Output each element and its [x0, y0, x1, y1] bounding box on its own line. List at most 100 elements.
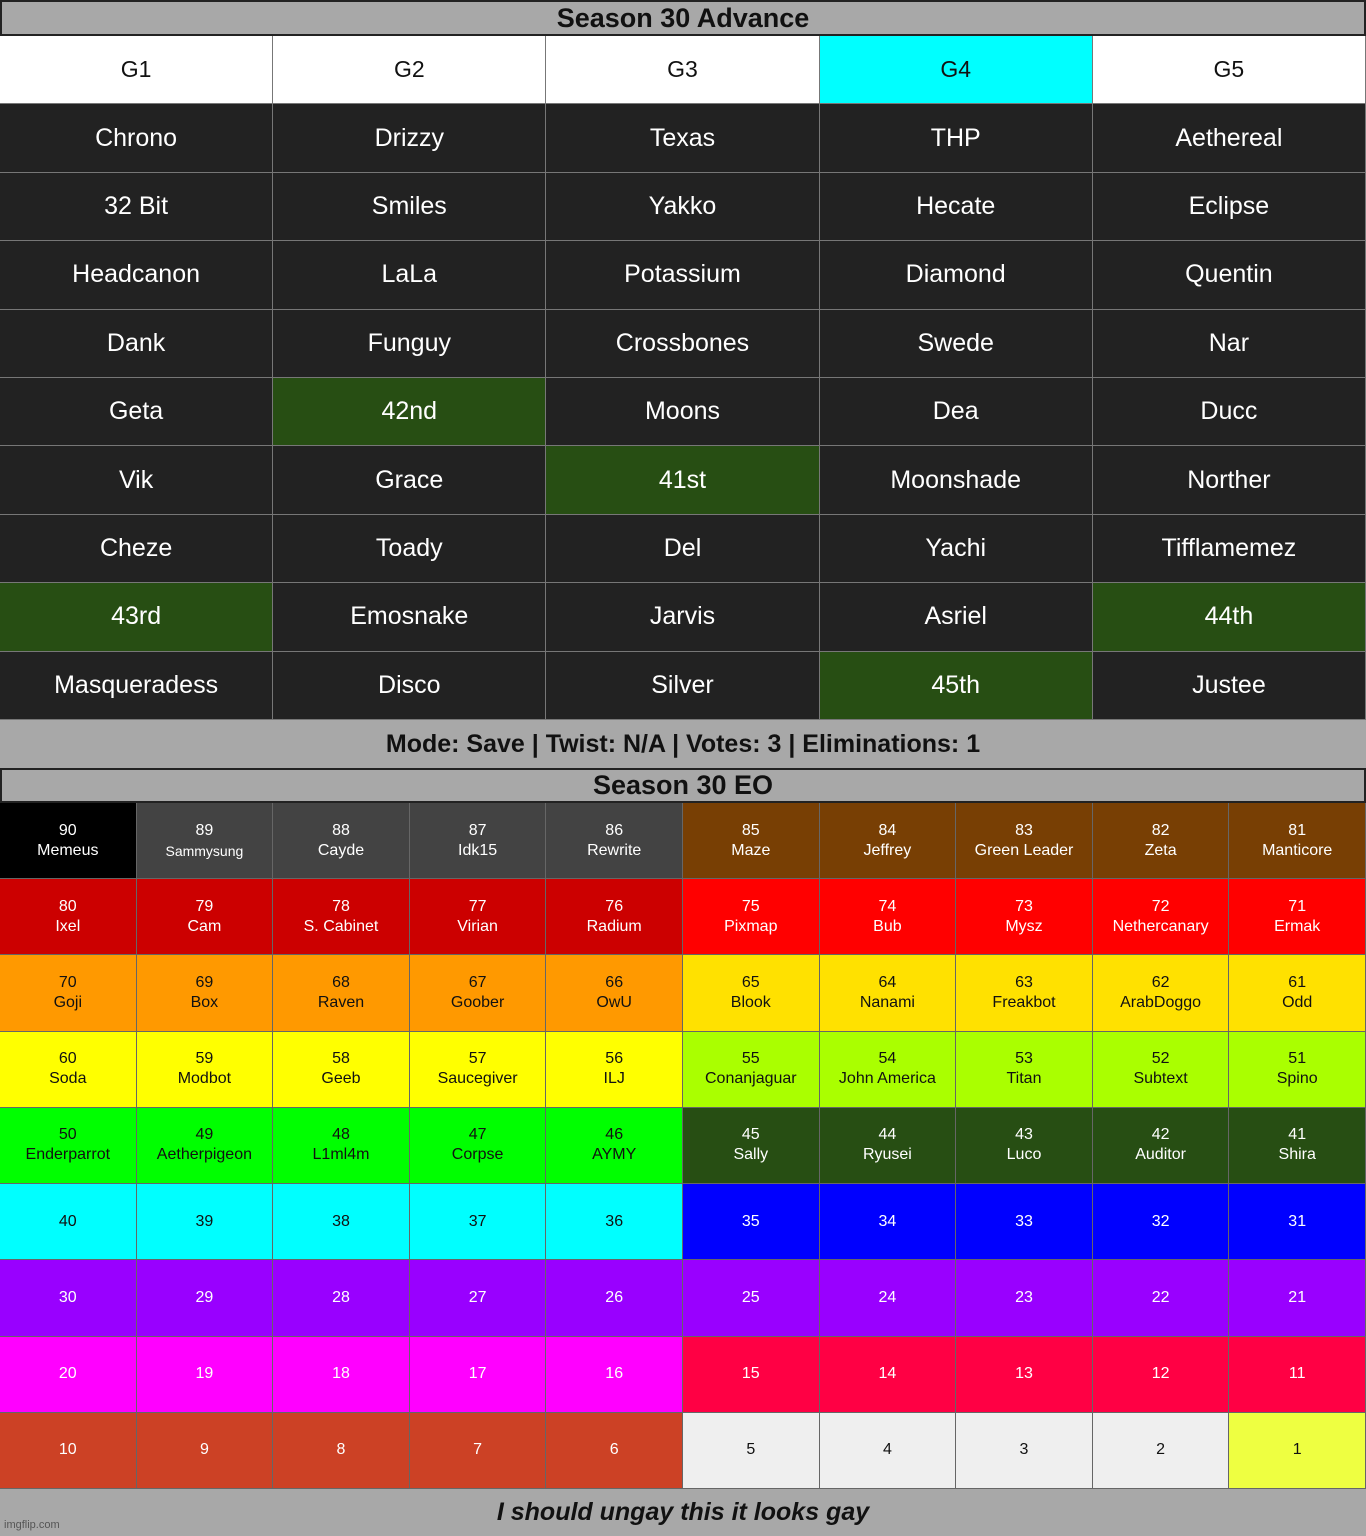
eo-slot-name: Odd [1282, 994, 1313, 1012]
eo-slot: 58 Geeb [273, 1031, 410, 1108]
eo-slot-name: S. Cabinet [303, 917, 379, 935]
eo-slot-number: 3 [1019, 1441, 1029, 1459]
footer-caption: I should ungay this it looks gay [0, 1489, 1366, 1536]
eo-slot-number: 72 [1151, 897, 1170, 915]
eo-slot-number: 49 [195, 1126, 214, 1144]
advance-cell: THP [819, 104, 1093, 173]
eo-slot: 5 [683, 1412, 820, 1489]
eo-slot: 87 Idk15 [409, 803, 547, 880]
eo-slot: 74 Bub [819, 879, 957, 956]
advance-cell: 44th [1092, 583, 1366, 652]
eo-slot-name: Conanjaguar [704, 1070, 797, 1088]
advance-cell: Toady [273, 514, 547, 584]
eo-slot-name: Ixel [55, 917, 81, 935]
eo-slot: 88 Cayde [273, 803, 410, 880]
eo-slot: 41 Shira [1229, 1107, 1366, 1185]
eo-slot: 21 [1229, 1260, 1366, 1337]
eo-slot: 72 Nethercanary [1092, 879, 1230, 956]
eo-slot-number: 29 [195, 1288, 214, 1306]
eo-slot: 67 Goober [409, 955, 547, 1032]
eo-slot-name: Blook [730, 994, 771, 1012]
eo-slot: 42 Auditor [1092, 1107, 1230, 1185]
eo-slot-name: Sammysung [165, 842, 244, 859]
eo-slot-name: Ryusei [862, 1146, 912, 1164]
eo-slot-number: 2 [1156, 1441, 1166, 1459]
eo-slot-name: Manticore [1262, 841, 1333, 859]
eo-slot-number: 37 [468, 1212, 487, 1230]
eo-slot-number: 19 [195, 1365, 214, 1383]
eo-slot-number: 9 [199, 1441, 209, 1459]
advance-cell: Quentin [1092, 241, 1366, 310]
eo-slot-number: 84 [878, 821, 897, 839]
advance-grid: G1 G2 G3 G4 G5 Chrono Drizzy Texas THP Aethereal 3… [0, 36, 1366, 720]
eo-slot-number: 76 [605, 897, 624, 915]
eo-slot-number: 4 [882, 1441, 892, 1459]
eo-slot-number: 21 [1288, 1288, 1307, 1306]
mode-status-bar: Mode: Save | Twist: N/A | Votes: 3 | Eli… [0, 720, 1366, 768]
eo-slot: 17 [409, 1336, 547, 1413]
eo-slot-number: 32 [1151, 1212, 1170, 1230]
eo-slot-number: 52 [1151, 1050, 1170, 1068]
eo-slot: 52 Subtext [1092, 1031, 1230, 1108]
eo-slot-name: L1ml4m [312, 1146, 370, 1164]
eo-slot: 25 [683, 1260, 820, 1337]
advance-cell: Headcanon [0, 241, 274, 310]
eo-slot-number: 27 [468, 1288, 487, 1306]
eo-slot-number: 35 [741, 1212, 760, 1230]
eo-slot: 81 Manticore [1229, 803, 1366, 880]
group-header-g2: G2 [273, 36, 547, 105]
eo-slot: 51 Spino [1229, 1031, 1366, 1108]
eo-slot-number: 66 [605, 974, 624, 992]
eo-slot: 31 [1229, 1184, 1366, 1261]
eo-slot-number: 31 [1288, 1212, 1307, 1230]
eo-slot: 64 Nanami [819, 955, 957, 1032]
eo-slot-name: Auditor [1135, 1146, 1186, 1164]
eo-slot-name: Rewrite [587, 841, 642, 859]
eo-slot: 40 [0, 1184, 137, 1261]
advance-cell: Emosnake [273, 583, 547, 652]
eo-slot: 30 [0, 1260, 137, 1337]
eo-slot-number: 25 [741, 1288, 760, 1306]
eo-grid: 90 Memeus 89 Sammysung 88 Cayde 87 Idk15 86 Rewri… [0, 803, 1366, 1489]
eo-slot: 48 L1ml4m [273, 1107, 410, 1185]
eo-slot-number: 60 [58, 1050, 77, 1068]
advance-cell: Asriel [819, 583, 1093, 652]
eo-slot: 32 [1092, 1184, 1230, 1261]
eo-slot: 2 [1092, 1412, 1230, 1489]
eo-slot-number: 34 [878, 1212, 897, 1230]
eo-slot-number: 75 [741, 897, 760, 915]
eo-slot-number: 30 [58, 1288, 77, 1306]
eo-slot-number: 5 [746, 1441, 756, 1459]
eo-slot-number: 83 [1015, 821, 1033, 839]
eo-slot-name: Nanami [859, 994, 915, 1012]
eo-slot: 6 [546, 1412, 683, 1489]
advance-cell: Justee [1092, 651, 1366, 720]
advance-cell: Yachi [819, 514, 1093, 584]
advance-cell: Moonshade [819, 446, 1093, 515]
eo-slot-name: Cam [187, 917, 222, 935]
eo-slot-name: Soda [49, 1070, 87, 1088]
eo-slot-name: Shira [1278, 1146, 1316, 1164]
advance-cell: Jarvis [546, 583, 820, 652]
eo-slot-name: John America [838, 1070, 936, 1088]
eo-slot: 26 [546, 1260, 683, 1337]
eo-slot: 57 Saucegiver [409, 1031, 547, 1108]
eo-slot: 76 Radium [546, 879, 683, 956]
eo-slot: 55 Conanjaguar [683, 1031, 820, 1108]
eo-slot: 82 Zeta [1092, 803, 1230, 880]
eo-slot-number: 13 [1015, 1365, 1033, 1383]
eo-slot: 68 Raven [273, 955, 410, 1032]
eo-slot-number: 58 [332, 1050, 350, 1068]
eo-slot-number: 48 [332, 1126, 350, 1144]
eo-slot-name: Radium [586, 917, 642, 935]
eo-slot-number: 36 [605, 1212, 624, 1230]
eo-slot: 71 Ermak [1229, 879, 1366, 956]
advance-cell: Ducc [1092, 378, 1366, 447]
eo-slot: 36 [546, 1184, 683, 1261]
advance-cell: Chrono [0, 104, 274, 173]
eo-slot: 63 Freakbot [956, 955, 1093, 1032]
advance-cell: Dea [819, 378, 1093, 447]
advance-cell: LaLa [273, 241, 547, 310]
advance-cell: Diamond [819, 241, 1093, 310]
eo-slot-number: 45 [741, 1126, 760, 1144]
